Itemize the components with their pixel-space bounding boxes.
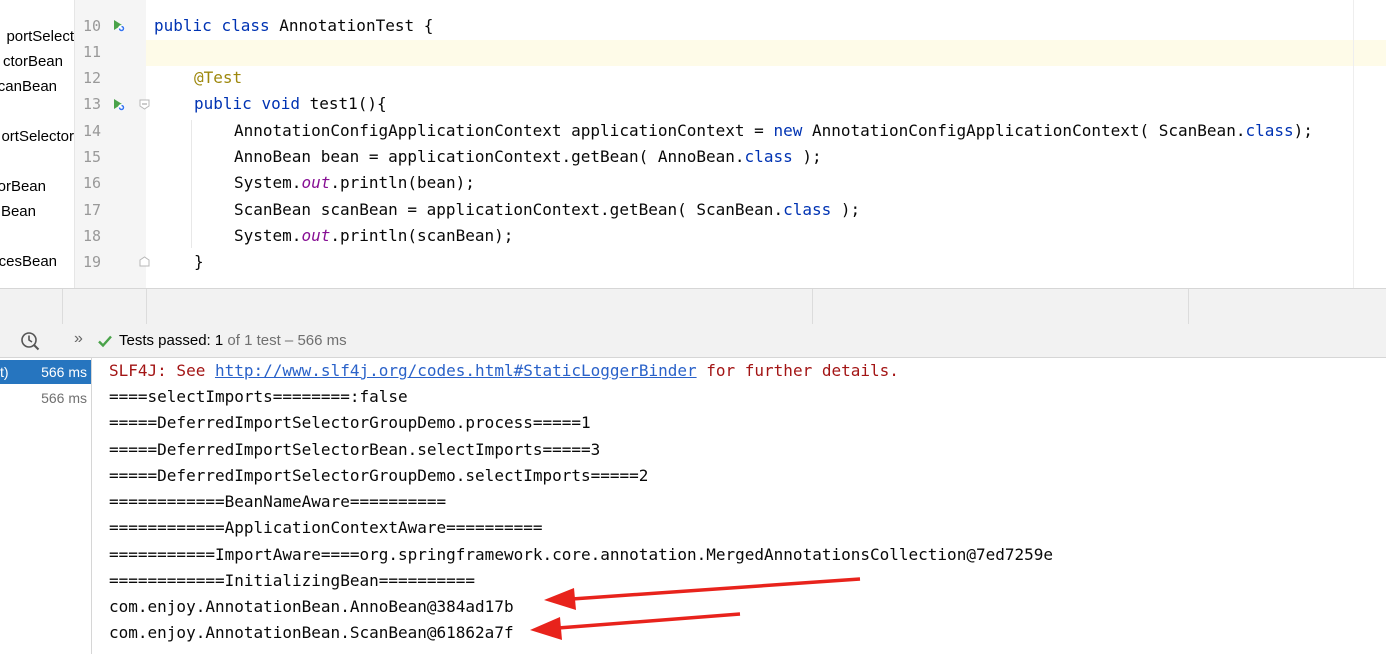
line-number: 18: [82, 227, 101, 245]
code-line-14[interactable]: AnnotationConfigApplicationContext appli…: [234, 118, 1313, 144]
tree-item[interactable]: Bean: [0, 202, 36, 222]
console-output[interactable]: SLF4J: See http://www.slf4j.org/codes.ht…: [92, 358, 1386, 654]
console-line: =====DeferredImportSelectorGroupDemo.pro…: [109, 413, 591, 432]
code-line-16[interactable]: System.out.println(bean);: [234, 170, 475, 196]
code-line-15[interactable]: AnnoBean bean = applicationContext.getBe…: [234, 144, 822, 170]
line-number: 11: [82, 43, 101, 61]
console-line: ============ApplicationContextAware=====…: [109, 518, 543, 537]
current-line-highlight: [146, 40, 1386, 66]
tests-status-text: Tests passed: 1 of 1 test – 566 ms: [119, 332, 347, 349]
right-margin-guide: [1353, 0, 1354, 290]
panel-divider[interactable]: [0, 288, 1386, 325]
tree-item[interactable]: orBean: [0, 177, 46, 197]
line-number: 17: [82, 201, 101, 219]
editor-gutter[interactable]: 10 11 12 13 14 15 16 17 18 19: [74, 0, 150, 290]
line-number: 12: [82, 69, 101, 87]
console-line: =====DeferredImportSelectorGroupDemo.sel…: [109, 466, 649, 485]
console-line: ===========ImportAware====org.springfram…: [109, 545, 1054, 564]
tree-item[interactable]: ctorBean: [0, 52, 63, 72]
line-number: 15: [82, 148, 101, 166]
test-results-tree: t) 566 ms 566 ms: [0, 358, 92, 654]
console-line-scanbean: com.enjoy.AnnotationBean.ScanBean@61862a…: [109, 623, 514, 642]
fold-end-icon[interactable]: [139, 256, 150, 267]
code-line-17[interactable]: ScanBean scanBean = applicationContext.g…: [234, 197, 860, 223]
slf4j-link[interactable]: http://www.slf4j.org/codes.html#StaticLo…: [215, 361, 697, 380]
indent-guide: [191, 120, 192, 248]
console-line: ====selectImports========:false: [109, 387, 408, 406]
history-clock-icon[interactable]: [20, 331, 40, 351]
run-test-class-icon[interactable]: [110, 17, 126, 33]
code-line-19[interactable]: }: [194, 249, 204, 275]
code-line-18[interactable]: System.out.println(scanBean);: [234, 223, 513, 249]
code-line-13[interactable]: public void test1(){: [194, 91, 387, 117]
tree-item[interactable]: canBean: [0, 77, 57, 97]
code-line-10[interactable]: public class AnnotationTest {: [154, 13, 433, 39]
fold-icon[interactable]: [139, 99, 150, 110]
console-line-slf4j: SLF4J: See http://www.slf4j.org/codes.ht…: [109, 361, 899, 380]
tree-item[interactable]: cesBean: [0, 252, 57, 272]
tree-item[interactable]: portSelect: [0, 27, 74, 47]
line-number: 16: [82, 174, 101, 192]
run-toolbar: » Tests passed: 1 of 1 test – 566 ms: [0, 324, 1386, 358]
line-number: 14: [82, 122, 101, 140]
test-tree-row[interactable]: 566 ms: [0, 386, 91, 410]
code-editor[interactable]: 10 11 12 13 14 15 16 17 18 19 public cla…: [74, 0, 1386, 290]
tests-passed-check-icon: [98, 335, 112, 348]
line-number: 10: [82, 17, 101, 35]
console-line-annobean: com.enjoy.AnnotationBean.AnnoBean@384ad1…: [109, 597, 514, 616]
test-tree-row-selected[interactable]: t) 566 ms: [0, 360, 91, 384]
console-line: ============InitializingBean==========: [109, 571, 476, 590]
console-line: =====DeferredImportSelectorBean.selectIm…: [109, 440, 601, 459]
line-number: 13: [82, 95, 101, 113]
console-line: ============BeanNameAware==========: [109, 492, 447, 511]
more-actions-chevrons[interactable]: »: [74, 330, 83, 348]
code-line-12[interactable]: @Test: [194, 65, 242, 91]
line-number: 19: [82, 253, 101, 271]
run-test-method-icon[interactable]: [110, 96, 126, 112]
tree-item[interactable]: ortSelector: [0, 127, 74, 147]
project-tree: portSelect ctorBean canBean ortSelector …: [0, 0, 74, 290]
